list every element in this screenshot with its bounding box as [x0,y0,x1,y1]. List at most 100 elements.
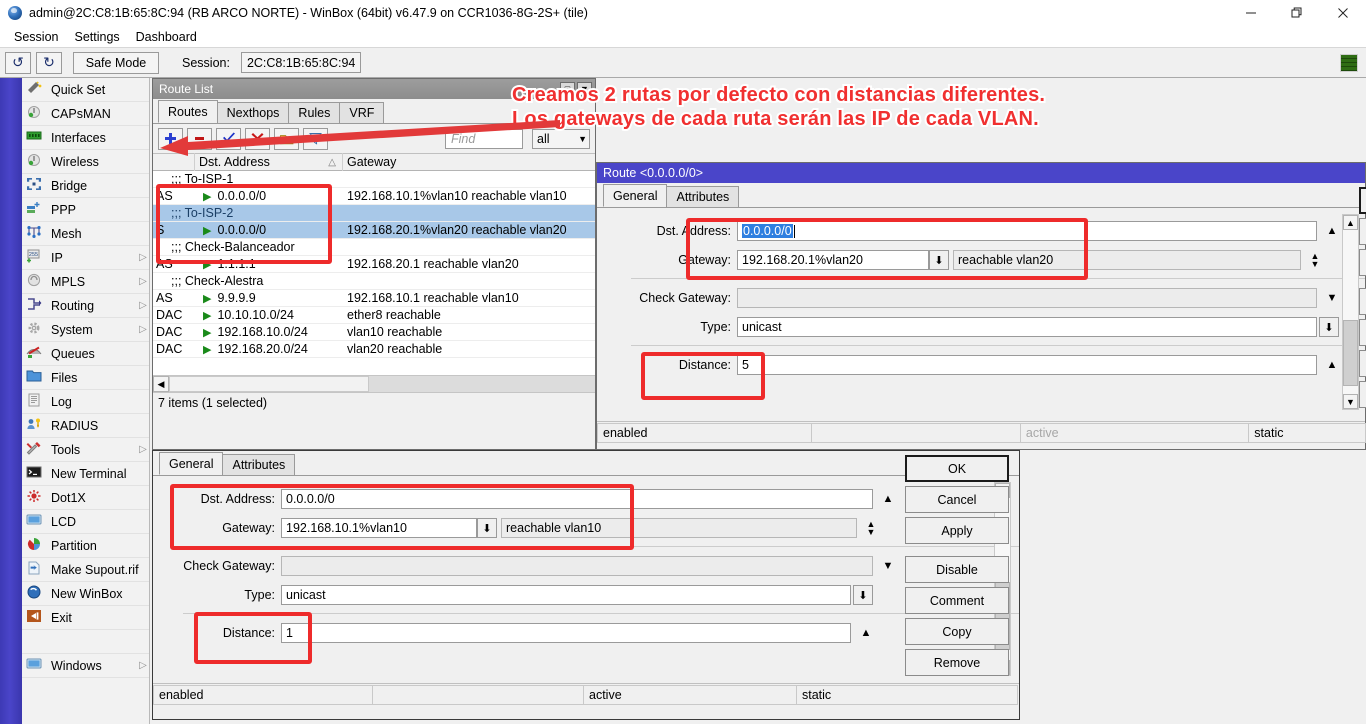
route-dialog-top-comment-button[interactable]: Comment [1359,319,1366,346]
sidebar-item-queues[interactable]: Queues [22,342,150,366]
undo-icon[interactable]: ↺ [5,52,31,74]
sidebar-item-files[interactable]: Files [22,366,150,390]
route-comment-row[interactable]: ;;; To-ISP-2 [153,205,595,222]
bot-gateway-dropdown-icon[interactable]: ⬇ [477,518,497,538]
sidebar-item-system[interactable]: System▷ [22,318,150,342]
route-table-row[interactable]: S▶0.0.0.0/0192.168.20.1%vlan20 reachable… [153,222,595,239]
bot-distance-input[interactable]: 1 [281,623,851,643]
menu-session[interactable]: Session [6,28,66,46]
vscroll-up-icon[interactable]: ▲ [1343,215,1358,230]
route-table-hscrollbar[interactable]: ◀ [153,375,595,393]
route-dialog-bottom-comment-button[interactable]: Comment [905,587,1009,614]
bot-check-gateway-dropdown-icon[interactable]: ▼ [879,560,897,572]
sidebar-item-new-terminal[interactable]: New Terminal [22,462,150,486]
route-dialog-bottom-ok-button[interactable]: OK [905,455,1009,482]
route-table-row[interactable]: AS▶0.0.0.0/0192.168.10.1%vlan10 reachabl… [153,188,595,205]
route-dialog-bottom-cancel-button[interactable]: Cancel [905,486,1009,513]
top-gateway-spinner[interactable]: ▲▼ [1307,252,1323,268]
menu-settings[interactable]: Settings [66,28,127,46]
route-dialog-top-copy-button[interactable]: Copy [1359,350,1366,377]
sidebar-item-mesh[interactable]: Mesh [22,222,150,246]
route-dialog-bottom-apply-button[interactable]: Apply [905,517,1009,544]
route-dialog-top-remove-button[interactable]: Remove [1359,381,1366,408]
bot-dst-address-input[interactable]: 0.0.0.0/0 [281,489,873,509]
sidebar-item-ip[interactable]: 255IP▷ [22,246,150,270]
bot-check-gateway-input[interactable] [281,556,873,576]
route-comment-row[interactable]: ;;; Check-Alestra [153,273,595,290]
bot-gateway-input[interactable]: 192.168.10.1%vlan10 [281,518,477,538]
top-gateway-input[interactable]: 192.168.20.1%vlan20 [737,250,929,270]
sidebar-item-interfaces[interactable]: Interfaces [22,126,150,150]
hscroll-thumb[interactable] [169,376,369,392]
route-dialog-bottom-tab-general[interactable]: General [159,452,223,475]
top-gateway-dropdown-icon[interactable]: ⬇ [929,250,949,270]
sidebar-item-dot1x[interactable]: Dot1X [22,486,150,510]
route-table-row[interactable]: DAC▶10.10.10.0/24ether8 reachable [153,307,595,324]
route-dialog-bottom-remove-button[interactable]: Remove [905,649,1009,676]
top-distance-label: Distance: [597,358,737,372]
maximize-icon[interactable] [1274,0,1320,26]
sidebar-item-ppp[interactable]: PPP [22,198,150,222]
bot-status-active: active [583,685,797,705]
route-table-row[interactable]: AS▶1.1.1.1192.168.20.1 reachable vlan20 [153,256,595,273]
route-dialog-top-disable-button[interactable]: Disable [1359,288,1366,315]
route-table-row[interactable]: DAC▶192.168.20.0/24vlan20 reachable [153,341,595,358]
sidebar-item-bridge[interactable]: Bridge [22,174,150,198]
sidebar-item-tools[interactable]: Tools▷ [22,438,150,462]
sidebar-item-routing[interactable]: Routing▷ [22,294,150,318]
sidebar-item-wireless[interactable]: Wireless [22,150,150,174]
route-comment-row[interactable]: ;;; Check-Balanceador [153,239,595,256]
route-dialog-top-apply-button[interactable]: Apply [1359,249,1366,276]
safe-mode-button[interactable]: Safe Mode [73,52,159,74]
route-table-row[interactable]: DAC▶192.168.10.0/24vlan10 reachable [153,324,595,341]
menu-dashboard[interactable]: Dashboard [128,28,205,46]
sidebar-item-radius[interactable]: RADIUS [22,414,150,438]
route-dialog-bottom-disable-button[interactable]: Disable [905,556,1009,583]
vscroll-track[interactable] [1343,230,1358,394]
sidebar-item-quick-set[interactable]: Quick Set [22,78,150,102]
bot-dst-address-spinner[interactable]: ▲ [879,493,897,505]
sidebar-item-capsman[interactable]: CAPsMAN [22,102,150,126]
route-dialog-top-ok-button[interactable]: OK [1359,187,1366,214]
top-type-dropdown-icon[interactable]: ⬇ [1319,317,1339,337]
vscroll-down-icon[interactable]: ▼ [1343,394,1358,409]
session-value[interactable]: 2C:C8:1B:65:8C:94 [241,52,361,73]
hscroll-track[interactable] [369,376,595,392]
sidebar-item-lcd[interactable]: LCD [22,510,150,534]
bot-gateway-spinner[interactable]: ▲▼ [863,520,879,536]
minimize-icon[interactable] [1228,0,1274,26]
route-dialog-top-tab-general[interactable]: General [603,184,667,207]
top-dialog-vscrollbar[interactable]: ▲ ▼ [1342,214,1359,410]
bot-type-input[interactable]: unicast [281,585,851,605]
top-distance-input[interactable]: 5 [737,355,1317,375]
scroll-left-icon[interactable]: ◀ [153,376,169,392]
sidebar-item-new-winbox[interactable]: New WinBox [22,582,150,606]
sidebar-item-log[interactable]: Log [22,390,150,414]
bot-type-dropdown-icon[interactable]: ⬇ [853,585,873,605]
route-active-arrow-icon: ▶ [203,309,211,322]
close-icon[interactable] [1320,0,1366,26]
sidebar-item-make-supout-rif[interactable]: Make Supout.rif [22,558,150,582]
route-dialog-bottom-copy-button[interactable]: Copy [905,618,1009,645]
sidebar-item-partition[interactable]: Partition [22,534,150,558]
bot-distance-spinner[interactable]: ▲ [857,627,875,639]
redo-icon[interactable]: ↻ [36,52,62,74]
route-dialog-bottom-tab-attributes[interactable]: Attributes [222,454,295,475]
top-dst-address-spinner[interactable]: ▲ [1323,225,1341,237]
top-dst-address-input[interactable]: 0.0.0.0/0 [737,221,1317,241]
route-comment-row[interactable]: ;;; To-ISP-1 [153,171,595,188]
route-dialog-top-tab-attributes[interactable]: Attributes [666,186,739,207]
sidebar-item-label: Queues [51,347,136,361]
vscroll-thumb[interactable] [1343,320,1358,386]
sidebar-item-windows[interactable]: Windows▷ [22,654,150,678]
top-distance-spinner[interactable]: ▲ [1323,359,1341,371]
sidebar-item-mpls[interactable]: MPLS▷ [22,270,150,294]
sidebar-item-exit[interactable]: Exit [22,606,150,630]
route-table-row[interactable]: AS▶9.9.9.9192.168.10.1 reachable vlan10 [153,290,595,307]
route-dialog-top-cancel-button[interactable]: Cancel [1359,218,1366,245]
submenu-arrow-icon: ▷ [136,252,150,263]
top-type-input[interactable]: unicast [737,317,1317,337]
top-check-gateway-input[interactable] [737,288,1317,308]
top-check-gateway-dropdown-icon[interactable]: ▼ [1323,292,1341,304]
route-active-arrow-icon: ▶ [203,343,211,356]
